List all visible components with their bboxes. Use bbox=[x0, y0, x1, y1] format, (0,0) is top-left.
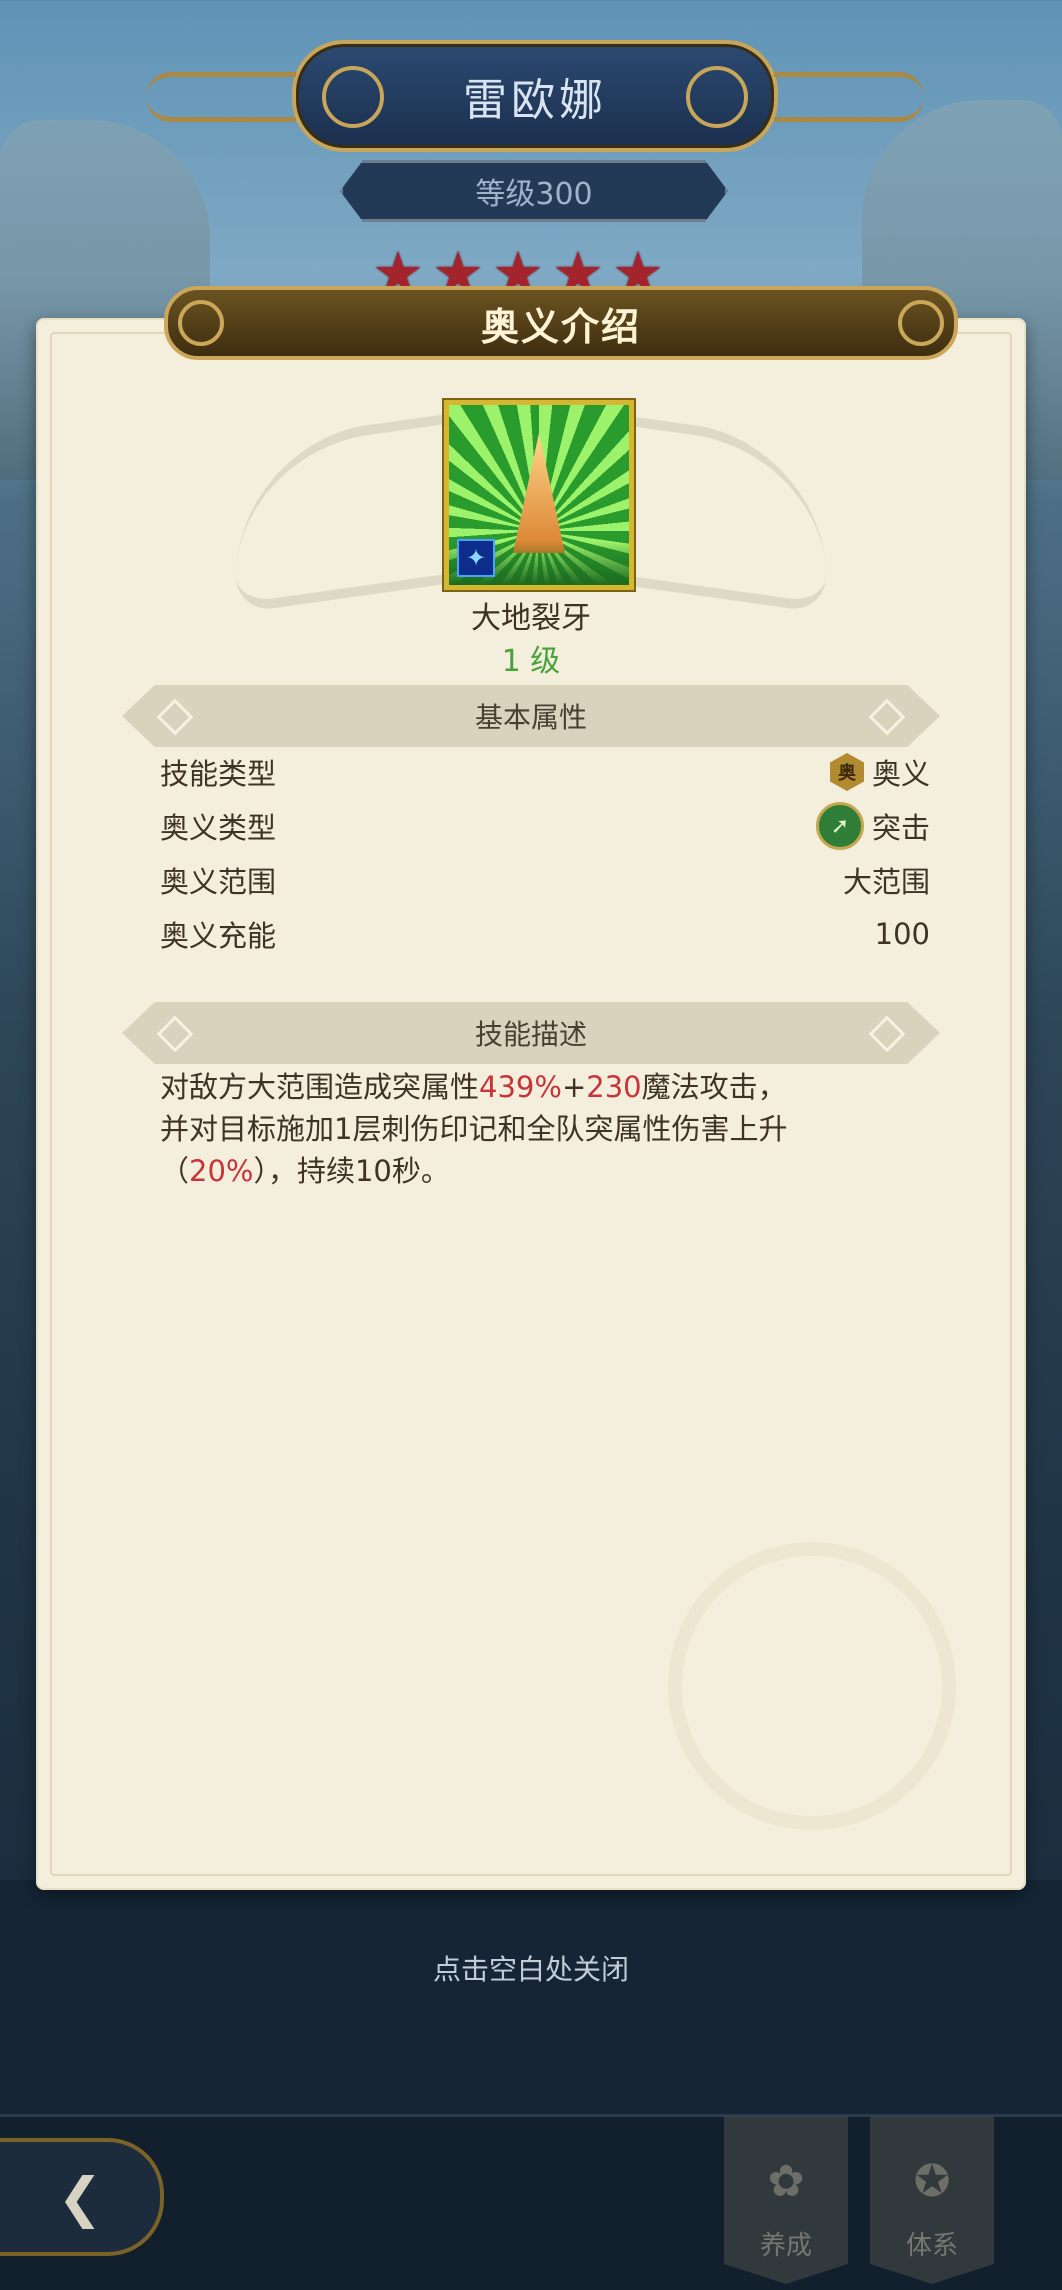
desc-highlight: 20% bbox=[189, 1154, 254, 1188]
attribute-label: 奥义范围 bbox=[160, 865, 277, 899]
description-line-3: （20%），持续10秒。 bbox=[160, 1150, 940, 1192]
skill-level: 1 级 bbox=[501, 644, 561, 679]
desc-text: 对敌方大范围造成突属性 bbox=[160, 1070, 480, 1104]
skill-icon: ✦ bbox=[444, 400, 634, 590]
attribute-label: 奥义充能 bbox=[160, 919, 277, 953]
tab-label: 体系 bbox=[905, 2231, 958, 2261]
skill-info-panel: 奥义介绍 ✦ 大地裂牙 1 级 基本属性 技能类型 奥 奥义 奥义类型 ➚ 突击… bbox=[36, 286, 1026, 1890]
hero-name-banner: 雷欧娜 bbox=[146, 40, 924, 152]
desc-text: + bbox=[561, 1070, 587, 1104]
hero-name: 雷欧娜 bbox=[463, 75, 607, 126]
attribute-value-group: ➚ 突击 bbox=[815, 802, 930, 850]
hero-level-banner: 等级300 bbox=[340, 160, 728, 222]
attribute-label: 奥义类型 bbox=[160, 811, 277, 845]
attribute-value-group: 奥 奥义 bbox=[829, 751, 930, 793]
ornament-icon bbox=[178, 300, 224, 346]
hero-level-label: 等级300 bbox=[475, 177, 593, 212]
cultivate-icon: ✿ bbox=[767, 2156, 805, 2207]
ao-hex-icon: 奥 bbox=[829, 753, 864, 791]
attribute-value: 100 bbox=[874, 917, 930, 951]
section-title: 基本属性 bbox=[474, 701, 587, 734]
desc-highlight: 439% bbox=[479, 1070, 562, 1104]
attribute-label: 技能类型 bbox=[160, 757, 277, 791]
system-icon: ✪ bbox=[913, 2156, 951, 2207]
attribute-row-skill-type: 技能类型 奥 奥义 bbox=[160, 750, 930, 794]
attribute-row-ultimate-type: 奥义类型 ➚ 突击 bbox=[160, 802, 930, 850]
banner-wing-left bbox=[146, 72, 296, 122]
element-badge-icon: ✦ bbox=[457, 539, 495, 577]
back-button[interactable]: ❮ bbox=[0, 2138, 164, 2256]
description-line-2: 并对目标施加1层刺伤印记和全队突属性伤害上升 bbox=[160, 1112, 788, 1146]
skill-description: 对敌方大范围造成突属性439%+230魔法攻击， 并对目标施加1层刺伤印记和全队… bbox=[160, 1066, 940, 1192]
desc-text: ），持续10秒。 bbox=[253, 1154, 450, 1188]
diamond-icon bbox=[156, 698, 194, 736]
attribute-value: 奥义 bbox=[871, 757, 930, 791]
knot-ornament-icon bbox=[322, 66, 384, 128]
panel-title-bar: 奥义介绍 bbox=[164, 286, 958, 360]
description-header: 技能描述 bbox=[122, 1002, 940, 1064]
attribute-row-range: 奥义范围 大范围 bbox=[160, 858, 930, 902]
tab-label: 养成 bbox=[759, 2231, 812, 2261]
back-arrow-icon: ❮ bbox=[57, 2165, 103, 2229]
description-line-1: 对敌方大范围造成突属性439%+230魔法攻击， bbox=[160, 1066, 940, 1108]
desc-highlight: 230 bbox=[586, 1070, 642, 1104]
attribute-value: 突击 bbox=[871, 811, 930, 845]
attribute-row-charge: 奥义充能 100 bbox=[160, 912, 930, 956]
diamond-icon bbox=[156, 1015, 194, 1053]
panel-title: 奥义介绍 bbox=[480, 304, 641, 349]
diamond-icon bbox=[868, 698, 906, 736]
arrow-assault-icon: ➚ bbox=[815, 802, 864, 850]
tab-cultivate[interactable]: ✿ 养成 bbox=[724, 2116, 848, 2284]
desc-text: （ bbox=[160, 1154, 190, 1188]
ornament-icon bbox=[898, 300, 944, 346]
attribute-value: 大范围 bbox=[842, 865, 930, 899]
diamond-icon bbox=[868, 1015, 906, 1053]
skill-name: 大地裂牙 bbox=[471, 601, 591, 636]
wheel-watermark-icon bbox=[668, 1542, 956, 1830]
knot-ornament-icon bbox=[686, 66, 748, 128]
tab-system[interactable]: ✪ 体系 bbox=[870, 2116, 994, 2284]
banner-wing-right bbox=[774, 72, 924, 122]
basic-attributes-header: 基本属性 bbox=[122, 685, 940, 747]
section-title: 技能描述 bbox=[474, 1018, 587, 1051]
desc-text: 魔法攻击， bbox=[641, 1070, 787, 1104]
tap-to-close-hint[interactable]: 点击空白处关闭 bbox=[0, 1948, 1062, 1988]
